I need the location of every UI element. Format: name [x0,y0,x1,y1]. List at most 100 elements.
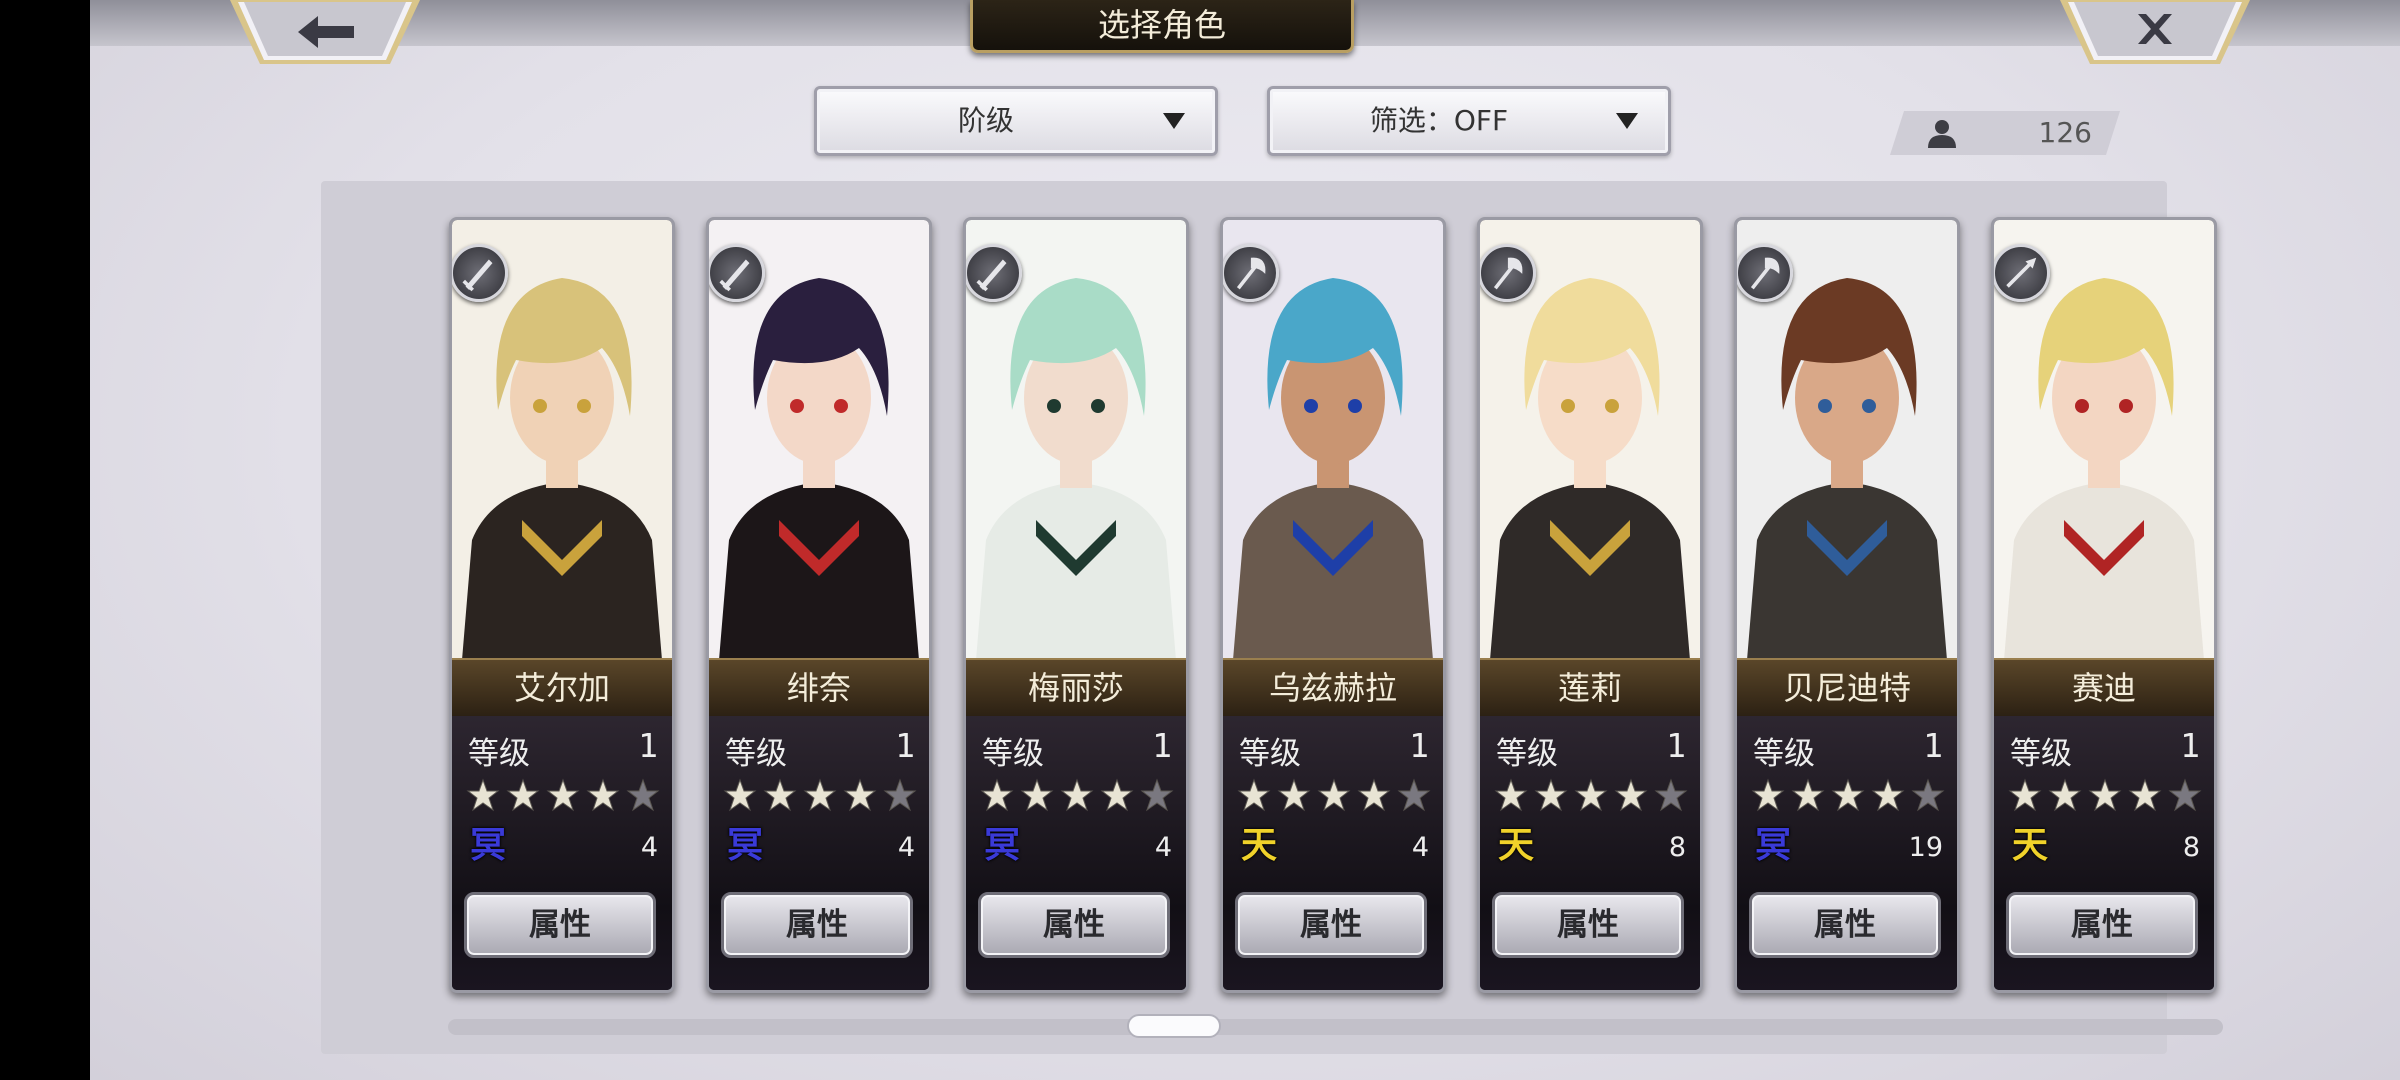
character-name: 绯奈 [709,658,929,718]
sort-label: 阶级 [957,104,1014,137]
level-value: 1 [895,726,915,765]
level-label: 等级 [2010,736,2072,772]
sort-dropdown[interactable]: 阶级 [814,86,1218,156]
character-card-1[interactable]: 艾尔加 等级 1 冥 4 属性 [449,217,675,993]
star-rating [980,778,1180,812]
element-icon: 天 [2011,825,2048,866]
level-label: 等级 [468,736,530,772]
arrow-left-icon [230,0,420,64]
axe-icon [1480,244,1536,302]
filter-label: 筛选：OFF [1369,104,1509,137]
star-filled-icon [1494,778,1528,812]
attribute-button[interactable]: 属性 [978,892,1170,958]
level-label: 等级 [1753,736,1815,772]
scrollbar-thumb[interactable] [1127,1014,1221,1038]
star-filled-icon [2008,778,2042,812]
element-count: 4 [1154,832,1172,863]
character-stats: 等级 1 天 8 属性 [1480,716,1700,990]
attribute-button[interactable]: 属性 [1492,892,1684,958]
character-stats: 等级 1 天 8 属性 [1994,716,2214,990]
level-label: 等级 [982,736,1044,772]
level-value: 1 [1409,726,1429,765]
element-icon: 天 [1497,825,1534,866]
character-name: 贝尼迪特 [1737,658,1957,718]
star-filled-icon [1277,778,1311,812]
attribute-button[interactable]: 属性 [721,892,913,958]
star-filled-icon [1751,778,1785,812]
star-rating [1494,778,1694,812]
star-rating [1237,778,1437,812]
character-name: 莲莉 [1480,658,1700,718]
axe-icon [1223,244,1279,302]
star-filled-icon [1871,778,1905,812]
filter-dropdown[interactable]: 筛选：OFF [1267,86,1671,156]
star-filled-icon [1791,778,1825,812]
star-filled-icon [546,778,580,812]
level-value: 1 [638,726,658,765]
element-count: 19 [1908,832,1943,863]
star-empty-icon [2168,778,2202,812]
star-rating [723,778,923,812]
sword-icon [966,244,1022,302]
element-icon: 冥 [469,825,506,866]
star-filled-icon [803,778,837,812]
level-value: 1 [1152,726,1172,765]
element-count: 8 [1668,832,1686,863]
star-filled-icon [1020,778,1054,812]
character-card-3[interactable]: 梅丽莎 等级 1 冥 4 属性 [963,217,1189,993]
attribute-button[interactable]: 属性 [2006,892,2198,958]
character-card-7[interactable]: 赛迪 等级 1 天 8 属性 [1991,217,2217,993]
back-button[interactable] [230,0,420,64]
character-name: 赛迪 [1994,658,2214,718]
star-filled-icon [723,778,757,812]
star-filled-icon [843,778,877,812]
element-icon: 冥 [1754,825,1791,866]
star-filled-icon [2128,778,2162,812]
character-stats: 等级 1 冥 19 属性 [1737,716,1957,990]
character-stats: 等级 1 天 4 属性 [1223,716,1443,990]
star-empty-icon [1397,778,1431,812]
chevron-down-icon [1163,113,1185,129]
element-count: 4 [1411,832,1429,863]
character-stats: 等级 1 冥 4 属性 [966,716,1186,990]
element-icon: 冥 [726,825,763,866]
attribute-button[interactable]: 属性 [1749,892,1941,958]
character-card-4[interactable]: 乌兹赫拉 等级 1 天 4 属性 [1220,217,1446,993]
character-name: 艾尔加 [452,658,672,718]
star-filled-icon [506,778,540,812]
character-card-6[interactable]: 贝尼迪特 等级 1 冥 19 属性 [1734,217,1960,993]
chevron-down-icon [1616,113,1638,129]
attribute-button[interactable]: 属性 [1235,892,1427,958]
character-card-2[interactable]: 绯奈 等级 1 冥 4 属性 [706,217,932,993]
character-list-panel: 艾尔加 等级 1 冥 4 属性 绯奈 等级 1 冥 4 属性 梅丽莎 等级 1 … [321,181,2217,1054]
star-filled-icon [1100,778,1134,812]
close-button[interactable] [2060,0,2250,64]
character-name: 乌兹赫拉 [1223,658,1443,718]
star-filled-icon [2048,778,2082,812]
star-filled-icon [2088,778,2122,812]
star-filled-icon [466,778,500,812]
sword-icon [452,244,508,302]
level-value: 1 [2180,726,2200,765]
character-count-badge: 126 [1890,111,2120,155]
star-rating [2008,778,2208,812]
screen: 选择角色 阶级 筛选：OFF 126 艾尔加 等级 1 冥 4 属性 绯奈 等级… [90,0,2400,1080]
close-icon [2060,0,2250,64]
element-count: 4 [897,832,915,863]
scrollbar-track[interactable] [448,1019,2223,1035]
star-filled-icon [1237,778,1271,812]
star-filled-icon [586,778,620,812]
star-empty-icon [883,778,917,812]
star-empty-icon [626,778,660,812]
element-icon: 冥 [983,825,1020,866]
axe-icon [1737,244,1793,302]
attribute-button[interactable]: 属性 [464,892,656,958]
level-label: 等级 [725,736,787,772]
spear-icon [1994,244,2050,302]
sword-icon [709,244,765,302]
star-filled-icon [1534,778,1568,812]
star-filled-icon [1614,778,1648,812]
character-card-5[interactable]: 莲莉 等级 1 天 8 属性 [1477,217,1703,993]
level-label: 等级 [1239,736,1301,772]
person-icon [1926,117,1958,149]
